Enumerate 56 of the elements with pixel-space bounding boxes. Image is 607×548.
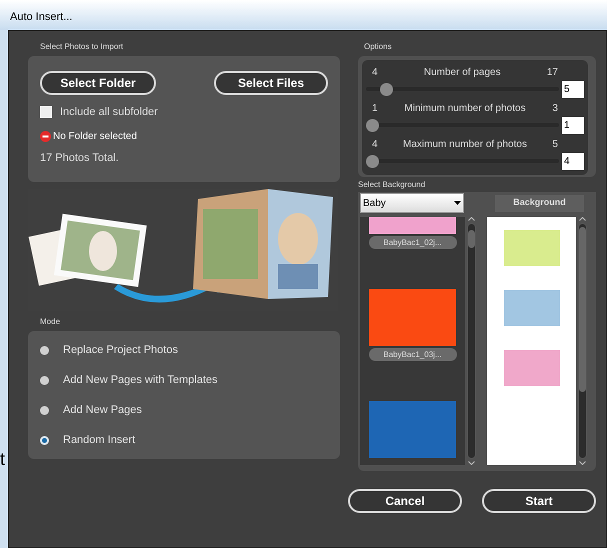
- slider-min: 4: [372, 66, 378, 80]
- pill-button[interactable]: Select Files: [214, 71, 328, 95]
- value-field[interactable]: 5: [562, 80, 584, 98]
- radio-label[interactable]: Add New Pages: [63, 402, 142, 418]
- value-field[interactable]: 1: [562, 116, 584, 134]
- section-label: Options: [364, 41, 393, 53]
- background-swatch[interactable]: [504, 230, 560, 266]
- slider-max: 17: [546, 66, 558, 80]
- scroll-down-icon[interactable]: [468, 461, 474, 465]
- radio-label[interactable]: Random Insert: [63, 432, 136, 448]
- slider-thumb[interactable]: [380, 82, 394, 96]
- scroll-down-icon[interactable]: [578, 461, 586, 465]
- error-icon: [40, 130, 51, 142]
- background-text: t: [0, 450, 6, 468]
- pill-button[interactable]: Start: [482, 489, 596, 513]
- section-label: Select Photos to Import: [40, 41, 124, 53]
- section-label: Select Background: [358, 179, 426, 191]
- background-swatch[interactable]: [504, 350, 560, 386]
- slider-max: 5: [552, 138, 558, 152]
- radio-button[interactable]: [40, 406, 49, 414]
- slider[interactable]: [366, 118, 559, 132]
- folder-status: No Folder selected: [53, 130, 137, 144]
- slider-thumb[interactable]: [366, 154, 379, 168]
- slider-label: Maximum number of photos: [403, 138, 527, 152]
- pill-button[interactable]: Select Folder: [40, 71, 156, 95]
- section-label: Mode: [40, 316, 62, 328]
- slider-max: 3: [552, 102, 558, 116]
- slider-min: 1: [372, 102, 378, 116]
- list-header: Background: [495, 194, 584, 212]
- window-title: Auto Insert...: [10, 10, 72, 26]
- value-field[interactable]: 4: [562, 152, 584, 170]
- dropdown-caret-icon: [454, 201, 461, 205]
- thumbnail-name: BabyBac1_02j...: [368, 236, 456, 249]
- radio-button[interactable]: [40, 376, 49, 384]
- pill-button[interactable]: Cancel: [348, 489, 462, 513]
- slider-thumb[interactable]: [366, 118, 379, 132]
- radio-label[interactable]: Add New Pages with Templates: [63, 372, 218, 388]
- slider-label: Number of pages: [424, 66, 501, 80]
- radio-button[interactable]: [40, 346, 49, 354]
- scroll-up-icon[interactable]: [468, 217, 474, 221]
- slider[interactable]: [366, 82, 559, 96]
- radio-label[interactable]: Replace Project Photos: [63, 342, 178, 358]
- thumbnail-name: BabyBac1_03j...: [368, 348, 456, 361]
- radio-button[interactable]: [40, 436, 49, 444]
- thumbnail[interactable]: [369, 289, 456, 346]
- photo-total: 17 Photos Total.: [40, 150, 120, 166]
- slider-label: Minimum number of photos: [404, 102, 526, 116]
- thumbnail[interactable]: [369, 401, 456, 458]
- background-dropdown[interactable]: Baby: [360, 193, 464, 213]
- slider-min: 4: [372, 138, 378, 152]
- checkbox[interactable]: [40, 106, 52, 118]
- scroll-up-icon[interactable]: [578, 217, 586, 221]
- slider[interactable]: [366, 154, 559, 168]
- checkbox-label: Include all subfolder: [60, 105, 158, 120]
- thumbnail[interactable]: [369, 217, 456, 234]
- background-swatch[interactable]: [504, 290, 560, 326]
